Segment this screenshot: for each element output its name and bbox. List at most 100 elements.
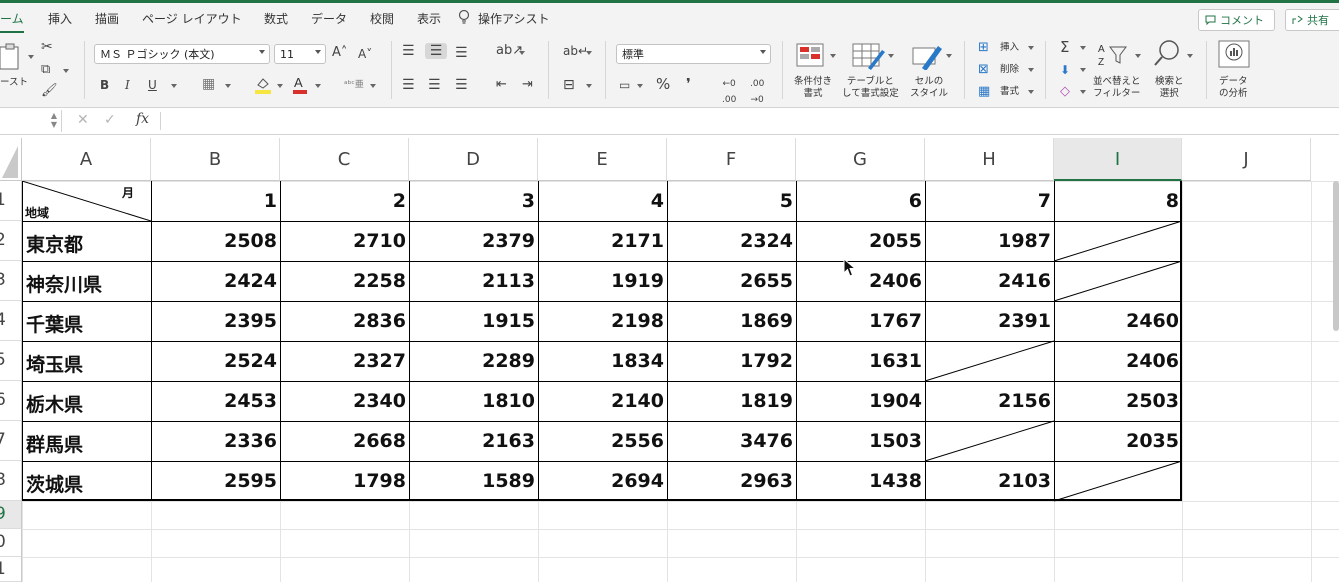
ribbon-toolbar: ースト ✂ ⧉ 🖌 ＭＳ Ｐゴシック (本文) 11 A˄ A˅ B I U ▦…	[0, 33, 1339, 108]
delete-cells-icon[interactable]: ⊠	[978, 62, 989, 78]
align-top-icon[interactable]: ☰	[402, 43, 415, 59]
align-middle-icon[interactable]: ☰	[425, 43, 447, 59]
cell-styles-dropdown-icon[interactable]	[946, 54, 952, 58]
decrease-decimal-icon[interactable]: .00 →0	[750, 76, 764, 108]
comment-label: コメント	[1220, 14, 1264, 27]
currency-dropdown-icon[interactable]	[637, 84, 643, 88]
format-as-table-label: テーブルと して書式設定	[842, 76, 899, 99]
paste-icon[interactable]	[0, 41, 28, 71]
name-box[interactable]: ▲ ▼	[0, 110, 62, 132]
svg-text:A: A	[1098, 44, 1105, 55]
underline-dropdown-icon[interactable]	[171, 84, 177, 88]
align-right-icon[interactable]: ☰	[455, 77, 468, 93]
analyze-data-icon[interactable]	[1218, 39, 1252, 71]
merge-center-icon[interactable]: ⊟	[563, 77, 575, 93]
ribbon-tabs: ーム 挿入 描画 ページ レイアウト 数式 データ 校閲 表示 操作アシスト コ…	[0, 3, 1339, 34]
font-color-icon[interactable]: A	[292, 75, 308, 95]
autosum-dropdown-icon[interactable]	[1080, 46, 1086, 50]
enter-icon[interactable]: ✓	[104, 112, 116, 128]
sort-filter-icon[interactable]: A Z	[1097, 41, 1131, 69]
fill-dropdown-icon[interactable]	[1080, 68, 1086, 72]
cancel-icon[interactable]: ✕	[77, 112, 89, 128]
fill-color-icon[interactable]	[254, 75, 272, 95]
bold-icon[interactable]: B	[100, 77, 109, 93]
increase-indent-icon[interactable]: ⇥	[522, 77, 533, 93]
vertical-scrollbar[interactable]	[1333, 181, 1339, 331]
empty-cell-diagonals	[924, 220, 1183, 502]
font-name-select[interactable]: ＭＳ Ｐゴシック (本文)	[94, 44, 270, 64]
comment-button[interactable]: コメント	[1198, 9, 1275, 31]
format-painter-icon[interactable]: 🖌	[41, 83, 58, 99]
number-format-select[interactable]: 標準	[616, 44, 771, 64]
insert-cells-icon[interactable]: ⊞	[978, 40, 989, 56]
fill-color-dropdown-icon[interactable]	[277, 84, 283, 88]
font-color-dropdown-icon[interactable]	[315, 84, 321, 88]
find-select-dropdown-icon[interactable]	[1187, 54, 1193, 58]
share-icon	[1292, 15, 1303, 24]
paste-dropdown-icon[interactable]	[28, 55, 34, 59]
conditional-formatting-dropdown-icon[interactable]	[830, 54, 836, 58]
tab-review[interactable]: 校閲	[370, 10, 394, 27]
tab-view[interactable]: 表示	[417, 10, 441, 27]
conditional-formatting-icon[interactable]	[796, 42, 828, 70]
empty-cell-diagonal	[1053, 460, 1183, 502]
tab-insert[interactable]: 挿入	[48, 10, 72, 27]
autosum-icon[interactable]: Σ	[1060, 39, 1069, 55]
copy-icon[interactable]: ⧉	[41, 62, 50, 78]
delete-dropdown-icon[interactable]	[1028, 68, 1034, 72]
separator	[782, 41, 783, 99]
align-center-icon[interactable]: ☰	[428, 77, 441, 93]
wrap-text-icon[interactable]: ab↵	[563, 43, 588, 59]
cell-styles-icon[interactable]	[912, 42, 946, 70]
mouse-cursor-icon	[843, 258, 857, 277]
percent-icon[interactable]: %	[656, 76, 670, 92]
sort-filter-label: 並べ替えと フィルター	[1093, 76, 1141, 99]
tab-formulas[interactable]: 数式	[264, 10, 288, 27]
cut-icon[interactable]: ✂	[41, 39, 53, 55]
sort-filter-dropdown-icon[interactable]	[1135, 54, 1141, 58]
separator	[605, 41, 606, 99]
share-button[interactable]: 共有	[1285, 9, 1339, 31]
format-as-table-icon[interactable]	[852, 42, 886, 70]
format-label: 書式	[1000, 86, 1020, 97]
wrap-text-dropdown-icon[interactable]	[586, 51, 592, 55]
format-cells-icon[interactable]: ▦	[978, 84, 990, 100]
clear-icon[interactable]: ◇	[1060, 84, 1070, 100]
find-select-icon[interactable]	[1153, 39, 1183, 69]
share-label: 共有	[1307, 14, 1329, 27]
format-as-table-dropdown-icon[interactable]	[888, 54, 894, 58]
font-name-value: ＭＳ Ｐゴシック (本文)	[100, 48, 215, 61]
decrease-indent-icon[interactable]: ⇤	[496, 77, 507, 93]
borders-icon[interactable]: ▦	[202, 76, 215, 92]
phonetic-dropdown-icon[interactable]	[370, 84, 376, 88]
phonetic-icon[interactable]: ᵃᵇᶜ亜	[344, 77, 364, 93]
italic-icon[interactable]: I	[125, 77, 130, 93]
underline-icon[interactable]: U	[148, 77, 157, 93]
fill-icon[interactable]: ⬇	[1060, 62, 1070, 78]
format-dropdown-icon[interactable]	[1028, 90, 1034, 94]
separator	[1045, 41, 1046, 99]
copy-dropdown-icon[interactable]	[63, 69, 69, 73]
tab-home[interactable]: ーム	[0, 10, 24, 34]
currency-icon[interactable]: ▭	[619, 77, 630, 93]
merge-dropdown-icon[interactable]	[586, 84, 592, 88]
tab-draw[interactable]: 描画	[95, 10, 119, 27]
comment-icon	[1205, 15, 1216, 25]
borders-dropdown-icon[interactable]	[225, 84, 231, 88]
tab-page-layout[interactable]: ページ レイアウト	[142, 10, 242, 27]
increase-decimal-icon[interactable]: ←0.00	[722, 76, 736, 108]
insert-dropdown-icon[interactable]	[1028, 46, 1034, 50]
tab-data[interactable]: データ	[311, 10, 347, 27]
sheet-grid: ABCDEFGHIJ 12345678901 12345678東京都250827…	[0, 138, 1339, 582]
align-bottom-icon[interactable]: ☰	[455, 45, 468, 61]
decrease-font-icon[interactable]: A˅	[358, 46, 372, 62]
orientation-dropdown-icon[interactable]	[519, 51, 525, 55]
comma-style-icon[interactable]: ❜	[686, 76, 691, 92]
font-size-select[interactable]: 11	[274, 44, 326, 64]
name-box-spinner-icon[interactable]: ▲ ▼	[51, 111, 57, 129]
increase-font-icon[interactable]: A˄	[332, 45, 347, 61]
align-left-icon[interactable]: ☰	[402, 77, 415, 93]
insert-function-icon[interactable]: fx	[136, 111, 149, 127]
tell-me-search[interactable]: 操作アシスト	[478, 10, 550, 27]
clear-dropdown-icon[interactable]	[1080, 90, 1086, 94]
